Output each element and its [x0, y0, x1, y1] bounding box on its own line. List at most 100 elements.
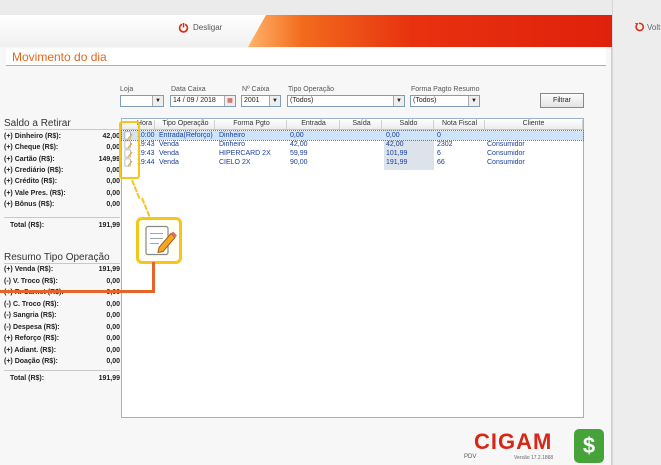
title-bar: Movimento do dia [6, 48, 606, 66]
table-row[interactable]: 19:43 Venda Dinheiro 42,00 42,00 2302 Consumid… [122, 140, 583, 149]
brand-logo: CIGAM [474, 429, 553, 454]
saldo-row: (+) Cartão (R$): 149,99 [4, 155, 120, 163]
table-cell: 191,99 [386, 159, 408, 166]
loja-label: Loja [120, 86, 134, 93]
brand-footer: CIGAM PDV Versão 17.2.1868 $ [444, 427, 612, 465]
saldo-title: Saldo a Retirar [4, 118, 71, 129]
logout-label: Desligar [193, 23, 223, 32]
table-cell [344, 140, 382, 149]
forma-pagto-select[interactable]: (Todos) ▼ [410, 95, 480, 107]
table-cell: 66 [437, 159, 445, 166]
table-cell [487, 131, 583, 140]
edit-icon [145, 225, 177, 256]
chevron-down-icon: ▼ [468, 96, 479, 106]
back-label: Volt [647, 22, 661, 32]
right-panel [612, 0, 661, 465]
forma-pagto-label: Forma Pagto Resumo [411, 86, 480, 93]
saldo-row: (+) Crediário (R$): 0,00 [4, 166, 120, 174]
table-cell: 0,00 [290, 132, 304, 139]
logout-button[interactable]: Desligar [178, 22, 222, 33]
resumo-row: (+) Doação (R$): 0,00 [4, 358, 120, 365]
column-header[interactable]: Forma Pgto [217, 120, 287, 129]
top-bar-accent [248, 15, 612, 47]
screen: Desligar Movimento do dia Loja ▼ Data Ca… [0, 0, 661, 465]
resumo-row: (+) Reforço (R$): 0,00 [4, 335, 120, 342]
pdv-label: PDV [464, 454, 477, 460]
filter-button[interactable]: Filtrar [540, 93, 584, 108]
pointer-line [0, 290, 154, 293]
saldo-row: (+) Dinheiro (R$): 42,00 [4, 133, 120, 140]
loja-select[interactable]: ▼ [120, 95, 164, 107]
saldo-total: Total (R$): 191,99 [10, 222, 120, 229]
table-cell: Consumidor [487, 150, 525, 157]
table-cell [344, 149, 382, 158]
saldo-row: (+) Vale Pres. (R$): 0,00 [4, 189, 120, 197]
divider [4, 263, 120, 264]
table-cell: 90,00 [290, 159, 308, 166]
resumo-row: (+) Venda (R$): 191,99 [4, 266, 120, 273]
table-cell: Venda [159, 150, 179, 157]
table-cell: 0,00 [386, 132, 400, 139]
version-label: Versão 17.2.1868 [514, 455, 554, 461]
table-cell: 101,99 [386, 150, 408, 157]
resumo-row: (+) Adiant. (R$): 0,00 [4, 346, 120, 354]
divider [4, 370, 120, 371]
chevron-down-icon: ▼ [269, 96, 280, 106]
table-header: Hora Tipo Operação Forma Pgto Entrada Saída S… [122, 119, 583, 130]
column-header[interactable]: Tipo Operação [157, 120, 215, 129]
resumo-row: (-) Sangria (R$): 0,00 [4, 312, 120, 319]
table-row[interactable]: 10:00 Entrada(Reforço) Dinheiro 0,00 0,00 0 [121, 130, 584, 141]
divider [4, 129, 120, 130]
chevron-down-icon: ▼ [393, 96, 404, 106]
table-cell [344, 158, 382, 167]
table-cell: Venda [159, 159, 179, 166]
column-header[interactable]: Saldo [384, 120, 434, 129]
table-cell [344, 131, 382, 140]
edit-icon-zoomed [136, 217, 182, 264]
column-header[interactable]: Saída [342, 120, 382, 129]
table-cell: Consumidor [487, 159, 525, 166]
table-cell: 0 [437, 132, 441, 139]
dollar-icon: $ [574, 429, 604, 463]
calendar-icon[interactable]: ▦ [224, 96, 235, 106]
data-caixa-field[interactable]: 14 / 09 / 2018 ▦ [170, 95, 236, 107]
table-row[interactable]: 19:43 Venda HIPERCARD 2X 59,99 101,99 6 Consum… [122, 149, 583, 158]
table-cell: 42,00 [386, 141, 404, 148]
resumo-total: Total (R$): 191,99 [10, 375, 120, 382]
table-cell: CIELO 2X [219, 159, 251, 166]
chevron-down-icon: ▼ [152, 96, 163, 106]
table-cell: 59,99 [290, 150, 308, 157]
power-icon [178, 22, 189, 33]
pointer-line [152, 262, 155, 293]
column-header[interactable]: Nota Fiscal [435, 120, 485, 129]
table-cell: Consumidor [487, 141, 525, 148]
resumo-title: Resumo Tipo Operação [4, 252, 110, 263]
table-cell: Dinheiro [219, 141, 246, 148]
n-caixa-select[interactable]: 2001 ▼ [241, 95, 281, 107]
column-header[interactable]: Cliente [485, 120, 583, 129]
movements-table[interactable]: Hora Tipo Operação Forma Pgto Entrada Saída S… [121, 118, 584, 418]
back-button[interactable]: Volt [634, 22, 660, 32]
table-cell: Venda [159, 141, 179, 148]
column-header[interactable]: Entrada [288, 120, 340, 129]
table-row[interactable]: 19:44 Venda CIELO 2X 90,00 191,99 66 Consumido… [122, 158, 583, 167]
saldo-row: (+) Crédito (R$): 0,00 [4, 178, 120, 186]
table-cell: Entrada(Reforço) [159, 132, 213, 139]
divider [4, 217, 120, 218]
table-cell: 6 [437, 150, 441, 157]
table-cell: 42,00 [290, 141, 308, 148]
saldo-row: (+) Bônus (R$): 0,00 [4, 200, 120, 208]
saldo-row: (+) Cheque (R$): 0,00 [4, 144, 120, 152]
table-cell: Dinheiro [219, 132, 246, 139]
n-caixa-label: Nº Caixa [242, 86, 270, 93]
tipo-operacao-select[interactable]: (Todos) ▼ [287, 95, 405, 107]
page-title: Movimento do dia [12, 50, 107, 64]
resumo-row: (-) V. Troco (R$): 0,00 [4, 277, 120, 285]
highlight-box [119, 121, 140, 179]
table-cell: HIPERCARD 2X [219, 150, 271, 157]
table-cell: 2302 [437, 141, 453, 148]
tipo-operacao-label: Tipo Operação [288, 86, 335, 93]
back-icon [635, 22, 644, 32]
data-caixa-label: Data Caixa [171, 86, 206, 93]
resumo-row: (-) C. Troco (R$): 0,00 [4, 300, 120, 308]
